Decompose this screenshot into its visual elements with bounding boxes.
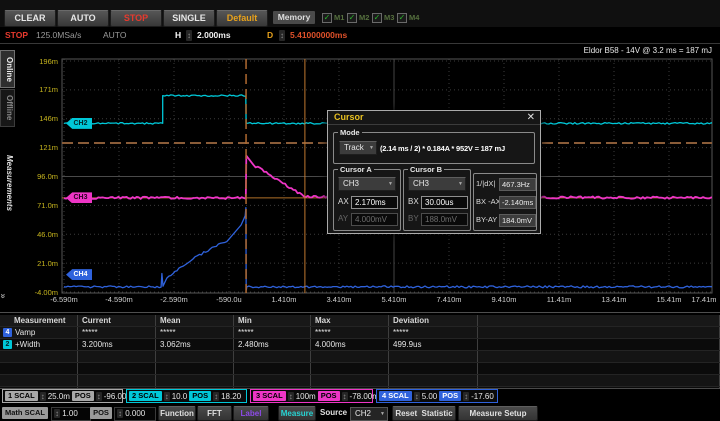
- x-tick: 5.410m: [370, 295, 418, 304]
- cursor-a-channel-select[interactable]: CH3 ▼: [338, 177, 396, 191]
- inv-dx-value: 467.3Hz: [499, 178, 536, 191]
- readouts-group: 1/|dX| 467.3Hz BX -AX -2.140ms BY-AY 184…: [473, 173, 537, 231]
- ax-label: AX: [338, 196, 349, 208]
- chevron-down-icon: ▼: [458, 178, 463, 190]
- cursor-dialog-titlebar[interactable]: Cursor ✕: [328, 111, 540, 125]
- chevron-down-icon: ▼: [388, 178, 393, 190]
- ay-field: 4.000mV: [351, 213, 398, 226]
- cursor-b-group: Cursor B CH3 ▼ BX 30.00us BY 188.0mV: [403, 169, 471, 231]
- by-ay-label: BY-AY: [476, 214, 497, 226]
- cursor-a-label: Cursor A: [338, 165, 374, 174]
- mode-group: Mode Track ▼ (2.14 ms / 2) * 0.184A * 95…: [333, 132, 535, 164]
- bx-ax-value: -2.140ms: [499, 196, 536, 209]
- ax-field[interactable]: 2.170ms: [351, 196, 398, 209]
- y-tick: 171m: [12, 85, 58, 94]
- bx-label: BX: [408, 196, 419, 208]
- by-ay-value: 184.0mV: [499, 214, 536, 227]
- mode-group-label: Mode: [338, 128, 362, 137]
- mode-value: Track: [344, 142, 364, 154]
- inv-dx-label: 1/|dX|: [476, 178, 495, 190]
- x-tick: 17.41m: [680, 295, 720, 304]
- y-tick: 46.0m: [12, 230, 58, 239]
- x-tick: -4.590m: [95, 295, 143, 304]
- y-tick: 121m: [12, 143, 58, 152]
- chevron-down-icon: ▼: [369, 142, 374, 154]
- x-tick: 11.41m: [535, 295, 583, 304]
- ay-label: AY: [338, 213, 348, 225]
- cursor-b-label: Cursor B: [408, 165, 444, 174]
- x-tick: -6.590m: [40, 295, 88, 304]
- sidebar-section-measurements: Measurements: [0, 140, 14, 226]
- y-tick: 21.0m: [12, 259, 58, 268]
- y-tick: 146m: [12, 114, 58, 123]
- x-tick: -2.590m: [150, 295, 198, 304]
- bx-ax-label: BX -AX: [476, 196, 501, 208]
- collapse-chevrons-icon[interactable]: »: [0, 293, 9, 298]
- close-icon[interactable]: ✕: [527, 111, 535, 124]
- by-label: BY: [408, 213, 419, 225]
- x-tick: 3.410m: [315, 295, 363, 304]
- cursor-dialog: Cursor ✕ Mode Track ▼ (2.14 ms / 2) * 0.…: [327, 110, 541, 234]
- cursor-b-channel-select[interactable]: CH3 ▼: [408, 177, 466, 191]
- cursor-dialog-title: Cursor: [334, 111, 364, 124]
- x-tick: 7.410m: [425, 295, 473, 304]
- y-tick: 96.0m: [12, 172, 58, 181]
- y-tick: 196m: [12, 57, 58, 66]
- cursor-b-channel: CH3: [413, 178, 429, 190]
- bx-field[interactable]: 30.00us: [421, 196, 468, 209]
- oscilloscope-app: CLEAR AUTO STOP SINGLE Default Memory ✓ …: [0, 0, 720, 421]
- x-tick: 13.41m: [590, 295, 638, 304]
- x-tick: 1.410m: [260, 295, 308, 304]
- by-field: 188.0mV: [421, 213, 468, 226]
- x-tick: -590.0u: [205, 295, 253, 304]
- cursor-a-group: Cursor A CH3 ▼ AX 2.170ms AY 4.000mV: [333, 169, 401, 231]
- y-tick: 71.0m: [12, 201, 58, 210]
- mode-select[interactable]: Track ▼: [339, 141, 377, 155]
- energy-formula: (2.14 ms / 2) * 0.184A * 952V = 187 mJ: [380, 142, 538, 155]
- x-tick: 9.410m: [480, 295, 528, 304]
- cursor-a-channel: CH3: [343, 178, 359, 190]
